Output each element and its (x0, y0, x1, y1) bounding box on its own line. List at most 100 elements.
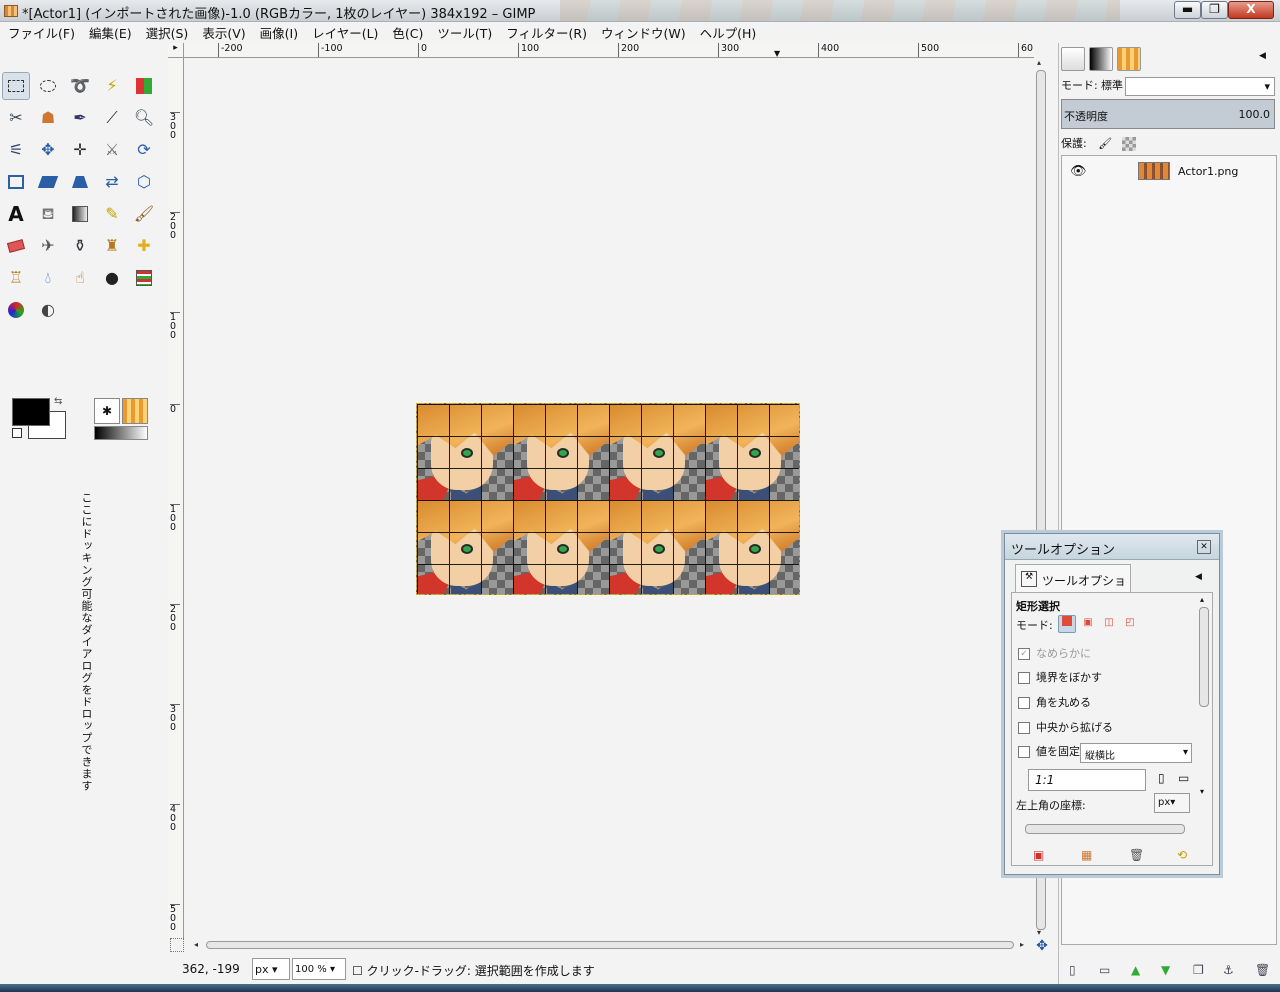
patterns-tab-icon[interactable] (1117, 47, 1141, 71)
layer-name[interactable]: Actor1.png (1178, 165, 1238, 178)
channels-tab-icon[interactable] (1089, 47, 1113, 71)
expand-center-option[interactable]: 中央から拡げる (1018, 719, 1113, 735)
zoom-tool-icon[interactable]: 🔍︎ (130, 104, 158, 132)
zoom-dropdown[interactable]: 100 % ▾ (292, 958, 346, 980)
tool-options-close-icon[interactable]: ✕ (1197, 540, 1211, 554)
maximize-button[interactable]: ❐ (1201, 1, 1228, 19)
opacity-slider[interactable]: 不透明度 100.0 (1061, 99, 1275, 129)
horizontal-scrollbar[interactable]: ◂ ▸ (192, 938, 1032, 952)
scroll-down-icon[interactable]: ▾ (1200, 787, 1204, 796)
menu-edit[interactable]: 編集(E) (89, 23, 132, 42)
threshold-tool-icon[interactable]: ◐ (34, 296, 62, 324)
shear-tool-icon[interactable] (34, 168, 62, 196)
menu-image[interactable]: 画像(I) (260, 23, 298, 42)
tab-menu-icon[interactable]: ◀ (1195, 572, 1202, 582)
image-canvas[interactable] (185, 58, 1034, 938)
unit-dropdown[interactable]: px ▾ (252, 958, 290, 980)
text-tool-icon[interactable]: A (2, 200, 30, 228)
cage-transform-tool-icon[interactable]: ⬡ (130, 168, 158, 196)
fuzzy-select-tool-icon[interactable]: ⚡ (98, 72, 126, 100)
measure-tool-icon[interactable]: ⚟ (2, 136, 30, 164)
quick-mask-toggle-icon[interactable] (170, 938, 184, 952)
layer-mode-dropdown[interactable]: ▾ (1125, 77, 1275, 96)
free-select-tool-icon[interactable]: ➰ (66, 72, 94, 100)
tool-options-vscroll[interactable]: ▴ ▾ (1198, 595, 1210, 801)
raise-layer-icon[interactable]: ▲ (1131, 963, 1140, 977)
feather-option[interactable]: 境界をぼかす (1018, 669, 1102, 685)
menu-select[interactable]: 選択(S) (146, 23, 189, 42)
scissors-tool-icon[interactable]: ✂ (2, 104, 30, 132)
visibility-eye-icon[interactable]: 👁︎ (1070, 164, 1087, 179)
minimize-button[interactable]: ▬ (1174, 1, 1201, 19)
ratio-input[interactable]: 1:1 (1028, 769, 1146, 791)
select-by-color-tool-icon[interactable] (130, 72, 158, 100)
landscape-icon[interactable]: ▭ (1178, 771, 1189, 785)
perspective-clone-tool-icon[interactable]: ♖ (2, 264, 30, 292)
swap-colors-icon[interactable]: ⇆ (54, 396, 62, 407)
levels-tool-icon[interactable] (130, 264, 158, 292)
fixed-checkbox[interactable] (1018, 746, 1030, 758)
reset-options-icon[interactable]: ⟲ (1177, 848, 1187, 862)
menu-tools[interactable]: ツール(T) (437, 23, 492, 42)
pattern-preview[interactable] (122, 398, 148, 424)
menu-help[interactable]: ヘルプ(H) (700, 23, 757, 42)
lock-pixels-icon[interactable]: 🖌︎ (1098, 137, 1112, 150)
menu-layer[interactable]: レイヤー(L) (312, 23, 378, 42)
rounded-corners-checkbox[interactable] (1018, 697, 1030, 709)
foreground-select-tool-icon[interactable]: ☗ (34, 104, 62, 132)
dock-menu-icon[interactable]: ◀ (1259, 51, 1266, 61)
reset-colors-icon[interactable] (12, 428, 22, 438)
color-balance-tool-icon[interactable] (2, 296, 30, 324)
eraser-tool-icon[interactable] (2, 232, 30, 260)
fixed-mode-dropdown[interactable]: 縦横比 ▾ (1080, 743, 1192, 763)
new-layer-icon[interactable]: ▯ (1069, 963, 1076, 977)
menu-windows[interactable]: ウィンドウ(W) (601, 23, 686, 42)
new-layer-group-icon[interactable]: ▭ (1099, 963, 1110, 977)
menu-view[interactable]: 表示(V) (202, 23, 245, 42)
clone-tool-icon[interactable]: ♜ (98, 232, 126, 260)
tool-options-tab[interactable]: ⚒ ツールオプション (1015, 564, 1131, 605)
align-tool-icon[interactable]: ✛ (66, 136, 94, 164)
blend-tool-icon[interactable] (66, 200, 94, 228)
feather-checkbox[interactable] (1018, 672, 1030, 684)
save-options-icon[interactable]: ▣ (1033, 848, 1044, 862)
expand-center-checkbox[interactable] (1018, 722, 1030, 734)
paths-tool-icon[interactable]: ✒ (66, 104, 94, 132)
duplicate-layer-icon[interactable]: ❐ (1193, 963, 1204, 977)
ellipse-select-tool-icon[interactable] (34, 72, 62, 100)
restore-options-icon[interactable]: ▦ (1081, 848, 1092, 862)
tool-options-hscroll[interactable] (1025, 824, 1185, 834)
close-window-button[interactable]: X (1228, 1, 1274, 19)
menu-file[interactable]: ファイル(F) (8, 23, 75, 42)
pencil-tool-icon[interactable]: ✎ (98, 200, 126, 228)
scroll-up-icon[interactable]: ▴ (1200, 595, 1204, 604)
menu-colors[interactable]: 色(C) (392, 23, 423, 42)
scale-tool-icon[interactable] (2, 168, 30, 196)
mode-intersect-icon[interactable]: ◰ (1121, 615, 1139, 633)
menu-filters[interactable]: フィルター(R) (506, 23, 587, 42)
dodge-burn-tool-icon[interactable]: ● (98, 264, 126, 292)
lower-layer-icon[interactable]: ▼ (1161, 963, 1170, 977)
mode-subtract-icon[interactable]: ◫ (1100, 615, 1118, 633)
rotate-tool-icon[interactable]: ⟳ (130, 136, 158, 164)
brush-preview-icon[interactable]: ✱ (94, 398, 120, 424)
move-tool-icon[interactable]: ✥ (34, 136, 62, 164)
airbrush-tool-icon[interactable]: ✈ (34, 232, 62, 260)
lock-alpha-icon[interactable] (1121, 137, 1136, 151)
rounded-corners-option[interactable]: 角を丸める (1018, 694, 1091, 710)
delete-layer-icon[interactable]: 🗑︎ (1255, 963, 1270, 977)
ink-tool-icon[interactable]: ⚱ (66, 232, 94, 260)
actor-sprite-image[interactable] (416, 403, 800, 595)
heal-tool-icon[interactable]: ✚ (130, 232, 158, 260)
scroll-up-icon[interactable]: ▴ (1037, 58, 1041, 67)
tool-options-vscroll-thumb[interactable] (1199, 607, 1209, 707)
perspective-tool-icon[interactable] (66, 168, 94, 196)
layer-row[interactable]: 👁︎ Actor1.png (1062, 160, 1276, 184)
gradient-preview[interactable] (94, 426, 148, 440)
blur-sharpen-tool-icon[interactable]: 💧︎ (34, 264, 62, 292)
mode-replace-icon[interactable] (1058, 615, 1076, 633)
mode-add-icon[interactable]: ▣ (1079, 615, 1097, 633)
fixed-option[interactable]: 値を固定 (1018, 743, 1080, 759)
antialias-option[interactable]: ✓ なめらかに (1018, 645, 1091, 661)
delete-options-icon[interactable]: 🗑︎ (1129, 848, 1144, 862)
